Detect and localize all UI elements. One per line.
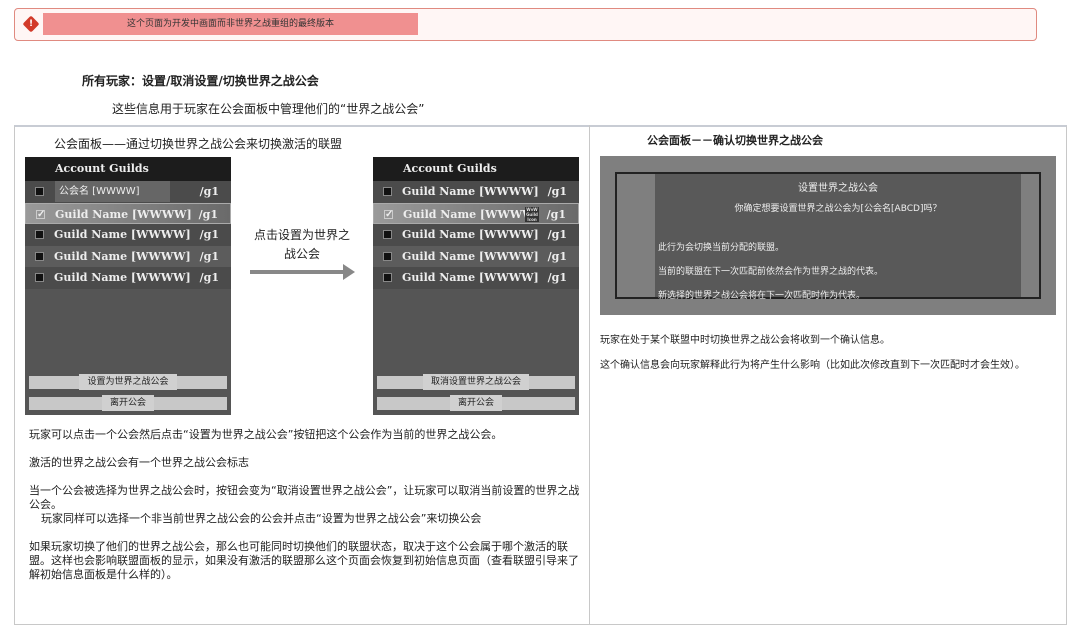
guild-panel-after: Account Guilds Guild Name [WWWW] /g1 ✓ Gui… [373,157,579,415]
paragraph: 如果玩家切换了他们的世界之战公会，那么也可能同时切换他们的联盟状态，取决于这个公… [29,540,579,581]
dialog-line: 此行为会切换当前分配的联盟。 [658,243,785,253]
checkbox[interactable] [383,230,392,239]
guild-tag: /g1 [547,228,567,241]
guild-tag: /g1 [198,207,218,221]
guild-tag: /g1 [199,228,219,241]
error-icon: ! [22,15,40,33]
checkbox[interactable] [35,251,44,261]
checkbox[interactable] [35,187,44,196]
guild-name: Guild Name [WWWW] [402,271,539,284]
paragraph: 当一个公会被选择为世界之战公会时，按钮会变为“取消设置世界之战公会”，让玩家可以… [29,484,580,511]
guild-tag: /g1 [199,249,219,263]
checkbox[interactable] [35,230,44,239]
guild-name: Guild Name [WWWW] [403,207,540,221]
arrow-label: 点击设置为世界之战公会 [253,228,350,261]
paragraph: 激活的世界之战公会有一个世界之战公会标志 [29,456,249,469]
guild-name: Guild Name [WWWW] [55,207,192,221]
guild-tag: /g1 [546,207,566,221]
warning-message: 这个页面为开发中画面而非世界之战重组的最终版本 [43,13,418,35]
leave-guild-button[interactable]: 离开公会 [29,395,227,411]
section-heading: 所有玩家：设置/取消设置/切换世界之战公会 [82,74,319,88]
checkbox[interactable] [383,187,392,196]
guild-tag: /g1 [547,249,567,263]
panel-title: Account Guilds [25,157,231,181]
guild-row[interactable]: Guild Name [WWWW] /g1 [373,267,579,289]
right-description: 玩家在处于某个联盟中时切换世界之战公会将收到一个确认信息。 这个确认信息会向玩家… [600,334,1035,372]
dialog-lines: 此行为会切换当前分配的联盟。 当前的联盟在下一次匹配前依然会作为世界之战的代表。… [658,236,1021,308]
guild-tag: /g1 [199,185,219,198]
section-subtitle: 这些信息用于玩家在公会面板中管理他们的“世界之战公会” [112,102,425,116]
dialog-body: 设置世界之战公会 你确定想要设置世界之战公会为[公会名[ABCD]吗？ 此行为会… [655,174,1021,301]
wvw-guild-icon: WvW Guild Icon [525,206,539,222]
arrow-head-icon [343,264,355,280]
left-caption: 公会面板——通过切换世界之战公会来切换激活的联盟 [54,137,343,151]
checkbox[interactable] [383,251,392,261]
guild-row-selected[interactable]: ✓ Guild Name [WWWW] WvW Guild Icon/g1 [373,202,579,224]
confirm-dialog: 设置世界之战公会 你确定想要设置世界之战公会为[公会名[ABCD]吗？ 此行为会… [615,172,1041,301]
guild-name: Guild Name [WWWW] [54,249,191,263]
guild-row-selected[interactable]: ✓ Guild Name [WWWW] /g1 [25,202,231,224]
guild-tag: /g1 [547,271,567,284]
left-description: 玩家可以点击一个公会然后点击“设置为世界之战公会”按钮把这个公会作为当前的世界之… [29,428,581,582]
checkbox[interactable] [383,273,392,282]
guild-name: Guild Name [WWWW] [402,185,539,198]
button-label: 取消设置世界之战公会 [422,374,529,390]
unset-wvw-guild-button[interactable]: 取消设置世界之战公会 [377,374,575,390]
checkbox-checked[interactable]: ✓ [36,209,45,219]
guild-row[interactable]: 公会名 [WWWW] /g1 [25,181,231,203]
right-caption: 公会面板－－确认切换世界之战公会 [647,134,823,147]
guild-row[interactable]: Guild Name [WWWW] /g1 [373,181,579,203]
guild-name: Guild Name [WWWW] [54,228,191,241]
guild-row[interactable]: Guild Name [WWWW] /g1 [373,245,579,267]
checkbox-checked[interactable]: ✓ [384,209,393,219]
guild-name: Guild Name [WWWW] [402,249,539,263]
panel-title: Account Guilds [373,157,579,181]
guild-row[interactable]: Guild Name [WWWW] /g1 [25,267,231,289]
button-label: 离开公会 [101,395,154,411]
guild-name: 公会名 [WWWW] [55,181,170,202]
checkbox[interactable] [35,273,44,282]
guild-row[interactable]: Guild Name [WWWW] /g1 [373,224,579,246]
paragraph: 玩家可以点击一个公会然后点击“设置为世界之战公会”按钮把这个公会作为当前的世界之… [29,428,503,441]
leave-guild-button[interactable]: 离开公会 [377,395,575,411]
guild-row[interactable]: Guild Name [WWWW] /g1 [25,224,231,246]
guild-row[interactable]: Guild Name [WWWW] /g1 [25,245,231,267]
dialog-title: 设置世界之战公会 [798,183,878,194]
arrow-right-icon [250,270,345,274]
paragraph: 玩家在处于某个联盟中时切换世界之战公会将收到一个确认信息。 [600,335,890,346]
warning-banner: ! 这个页面为开发中画面而非世界之战重组的最终版本 [14,8,1037,41]
set-wvw-guild-button[interactable]: 设置为世界之战公会 [29,374,227,390]
column-divider [589,125,590,625]
button-label: 离开公会 [449,395,502,411]
paragraph: 玩家同样可以选择一个非当前世界之战公会的公会并点击“设置为世界之战公会”来切换公… [41,512,482,525]
guild-name: Guild Name [WWWW] [54,271,191,284]
dialog-line: 新选择的世界之战公会将在下一次匹配时作为代表。 [658,291,866,301]
button-label: 设置为世界之战公会 [79,374,177,390]
guild-name: Guild Name [WWWW] [402,228,539,241]
guild-panel-before: Account Guilds 公会名 [WWWW] /g1 ✓ Guild Name… [25,157,231,415]
guild-tag: /g1 [199,271,219,284]
paragraph: 这个确认信息会向玩家解释此行为将产生什么影响（比如此次修改直到下一次匹配时才会生… [600,360,1025,371]
dialog-question: 你确定想要设置世界之战公会为[公会名[ABCD]吗？ [734,204,942,214]
guild-tag: /g1 [547,185,567,198]
dialog-line: 当前的联盟在下一次匹配前依然会作为世界之战的代表。 [658,267,884,277]
